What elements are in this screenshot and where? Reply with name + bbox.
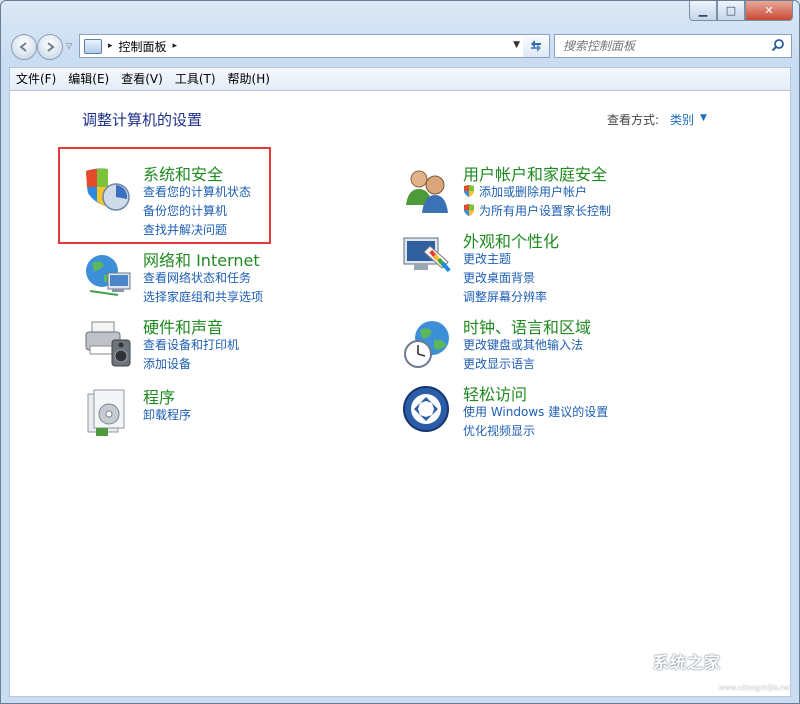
category-hardware-sound: 硬件和声音 查看设备和打印机 添加设备 bbox=[82, 314, 282, 374]
category-user-accounts: 用户帐户和家庭安全 添加或删除用户帐户 为所有用户设置家长控制 bbox=[402, 161, 642, 221]
search-input[interactable] bbox=[561, 38, 765, 54]
programs-icon[interactable] bbox=[82, 388, 134, 440]
menu-tools[interactable]: 工具(T) bbox=[169, 69, 222, 89]
menu-file[interactable]: 文件(F) bbox=[10, 69, 62, 89]
navigation-bar: ▽ ▸ 控制面板 ▸ ▼ bbox=[9, 33, 792, 61]
uac-shield-icon bbox=[464, 185, 474, 197]
caption-buttons: ▁ □ ✕ bbox=[689, 1, 793, 21]
menu-view[interactable]: 查看(V) bbox=[115, 69, 169, 89]
link-optimize-video-display[interactable]: 优化视频显示 bbox=[463, 422, 535, 439]
category-clock-language: 时钟、语言和区域 更改键盘或其他输入法 更改显示语言 bbox=[402, 314, 642, 374]
back-arrow-icon bbox=[19, 42, 27, 52]
link-add-remove-users[interactable]: 添加或删除用户帐户 bbox=[463, 183, 587, 200]
category-title[interactable]: 程序 bbox=[143, 384, 175, 408]
link-parental-controls[interactable]: 为所有用户设置家长控制 bbox=[463, 202, 611, 219]
watermark-logo-icon bbox=[631, 648, 651, 667]
link-devices-printers[interactable]: 查看设备和打印机 bbox=[143, 336, 239, 353]
link-change-input-method[interactable]: 更改键盘或其他输入法 bbox=[463, 336, 583, 353]
link-uninstall-program[interactable]: 卸载程序 bbox=[143, 406, 191, 423]
close-button[interactable]: ✕ bbox=[745, 1, 793, 21]
category-title[interactable]: 时钟、语言和区域 bbox=[463, 314, 591, 338]
link-windows-recommended-settings[interactable]: 使用 Windows 建议的设置 bbox=[463, 403, 608, 420]
menu-edit[interactable]: 编辑(E) bbox=[62, 69, 115, 89]
breadcrumb-arrow-icon[interactable]: ▸ bbox=[108, 41, 113, 51]
content-pane: 调整计算机的设置 查看方式: 类别 ▼ 系统和安全 查看您的计算机状态 备份您的… bbox=[9, 90, 791, 697]
refresh-icon bbox=[531, 40, 541, 52]
link-add-device[interactable]: 添加设备 bbox=[143, 355, 191, 372]
link-change-theme[interactable]: 更改主题 bbox=[463, 250, 511, 267]
category-network-internet: 网络和 Internet 查看网络状态和任务 选择家庭组和共享选项 bbox=[82, 247, 302, 307]
ease-of-access-icon[interactable] bbox=[402, 385, 454, 437]
printer-speaker-icon[interactable] bbox=[82, 318, 134, 370]
menu-help[interactable]: 帮助(H) bbox=[222, 69, 276, 89]
users-icon[interactable] bbox=[402, 165, 454, 217]
uac-shield-icon bbox=[464, 204, 474, 216]
forward-arrow-icon bbox=[47, 42, 55, 52]
link-network-status[interactable]: 查看网络状态和任务 bbox=[143, 269, 251, 286]
monitor-palette-icon[interactable] bbox=[402, 232, 454, 284]
category-programs: 程序 卸载程序 bbox=[82, 384, 282, 436]
watermark-text: 系统之家 bbox=[653, 653, 722, 672]
menu-bar: 文件(F) 编辑(E) 查看(V) 工具(T) 帮助(H) bbox=[9, 67, 791, 90]
category-title[interactable]: 硬件和声音 bbox=[143, 314, 223, 338]
search-icon[interactable] bbox=[771, 38, 785, 52]
control-panel-window: ▁ □ ✕ ▽ ▸ 控制面板 ▸ ▼ 搜索控制面板 文件(F) 编辑(E) 查看… bbox=[0, 0, 800, 704]
category-title[interactable]: 网络和 Internet bbox=[143, 247, 260, 271]
refresh-button[interactable] bbox=[523, 34, 550, 58]
page-title: 调整计算机的设置 bbox=[82, 111, 203, 129]
view-by-label: 查看方式: bbox=[607, 113, 660, 127]
watermark-url: www.xitongzhijia.net bbox=[719, 684, 792, 692]
link-homegroup-sharing[interactable]: 选择家庭组和共享选项 bbox=[143, 288, 263, 305]
link-change-display-language[interactable]: 更改显示语言 bbox=[463, 355, 535, 372]
link-label: 为所有用户设置家长控制 bbox=[479, 204, 612, 218]
view-by-dropdown[interactable]: 类别 bbox=[670, 111, 694, 128]
category-title[interactable]: 外观和个性化 bbox=[463, 228, 559, 252]
breadcrumb-control-panel[interactable]: 控制面板 bbox=[119, 38, 167, 55]
clock-globe-icon[interactable] bbox=[402, 318, 454, 370]
category-title[interactable]: 轻松访问 bbox=[463, 381, 527, 405]
forward-button[interactable] bbox=[37, 34, 63, 60]
recent-pages-icon[interactable]: ▽ bbox=[66, 41, 72, 50]
address-dropdown-icon[interactable]: ▼ bbox=[513, 40, 520, 50]
address-bar[interactable]: ▸ 控制面板 ▸ ▼ bbox=[79, 34, 525, 58]
network-globe-icon[interactable] bbox=[82, 251, 134, 303]
category-ease-of-access: 轻松访问 使用 Windows 建议的设置 优化视频显示 bbox=[402, 381, 642, 441]
view-by-chevron-icon[interactable]: ▼ bbox=[700, 113, 707, 123]
minimize-button[interactable]: ▁ bbox=[689, 1, 717, 21]
back-button[interactable] bbox=[11, 34, 37, 60]
breadcrumb-arrow-icon[interactable]: ▸ bbox=[173, 41, 178, 51]
link-screen-resolution[interactable]: 调整屏幕分辨率 bbox=[463, 288, 547, 305]
category-appearance: 外观和个性化 更改主题 更改桌面背景 调整屏幕分辨率 bbox=[402, 228, 622, 308]
control-panel-icon bbox=[84, 38, 102, 54]
maximize-button[interactable]: □ bbox=[717, 1, 745, 21]
link-label: 添加或删除用户帐户 bbox=[479, 185, 588, 199]
category-title[interactable]: 用户帐户和家庭安全 bbox=[463, 161, 607, 185]
highlight-box bbox=[58, 147, 271, 244]
link-desktop-background[interactable]: 更改桌面背景 bbox=[463, 269, 535, 286]
search-box[interactable] bbox=[554, 34, 792, 58]
